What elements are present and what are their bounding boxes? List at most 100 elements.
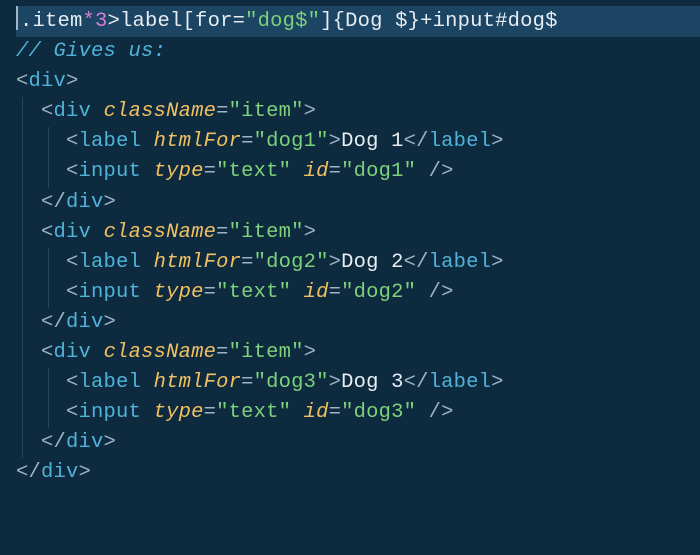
punct: = <box>241 371 254 394</box>
punct: = <box>216 100 229 123</box>
punct: </ <box>41 191 66 214</box>
punct: > <box>304 221 317 244</box>
punct: = <box>204 401 217 424</box>
punct: < <box>66 401 79 424</box>
punct: > <box>104 431 117 454</box>
indent-guide <box>22 428 23 458</box>
code-line[interactable]: <label htmlFor="dog2">Dog 2</label> <box>16 248 700 278</box>
punct: </ <box>41 431 66 454</box>
indent-guide <box>48 398 49 428</box>
punct: > <box>491 371 504 394</box>
comment: // Gives us: <box>16 40 166 63</box>
tag: label <box>429 251 492 274</box>
attr: id <box>304 281 329 304</box>
indent-guide <box>22 188 23 218</box>
string: "dog2" <box>254 251 329 274</box>
punct: < <box>41 100 54 123</box>
indent-guide <box>48 368 49 398</box>
punct: </ <box>16 461 41 484</box>
indent-guide <box>22 127 23 157</box>
indent-guide <box>22 308 23 338</box>
punct: > <box>79 461 92 484</box>
code-line[interactable]: </div> <box>16 308 700 338</box>
code-line[interactable]: .item*3>label[for="dog$"]{Dog $}+input#d… <box>16 6 700 37</box>
punct: /> <box>416 160 454 183</box>
punct: < <box>66 160 79 183</box>
attr: htmlFor <box>154 251 242 274</box>
attr: type <box>154 160 204 183</box>
punct: > <box>104 311 117 334</box>
tag: label <box>429 130 492 153</box>
indent-guide <box>48 127 49 157</box>
tag: div <box>66 431 104 454</box>
punct: > <box>329 371 342 394</box>
attr: htmlFor <box>154 130 242 153</box>
attr: className <box>104 100 217 123</box>
punct: = <box>241 130 254 153</box>
code-line[interactable]: </div> <box>16 458 700 488</box>
emmet-text: >label[for= <box>108 10 246 33</box>
indent-guide <box>22 157 23 187</box>
tag: input <box>79 160 142 183</box>
punct: > <box>329 130 342 153</box>
string: "dog3" <box>341 401 416 424</box>
code-line[interactable]: </div> <box>16 428 700 458</box>
indent-guide <box>22 97 23 127</box>
code-line[interactable]: <input type="text" id="dog2" /> <box>16 278 700 308</box>
code-line[interactable]: <input type="text" id="dog3" /> <box>16 398 700 428</box>
tag: div <box>54 341 92 364</box>
punct: > <box>329 251 342 274</box>
code-line[interactable]: <label htmlFor="dog1">Dog 1</label> <box>16 127 700 157</box>
indent-guide <box>48 157 49 187</box>
string: "item" <box>229 100 304 123</box>
tag: label <box>79 130 142 153</box>
punct: > <box>304 341 317 364</box>
attr: type <box>154 401 204 424</box>
indent-guide <box>22 368 23 398</box>
punct: </ <box>404 371 429 394</box>
code-editor[interactable]: .item*3>label[for="dog$"]{Dog $}+input#d… <box>0 0 700 495</box>
tag: div <box>41 461 79 484</box>
punct: /> <box>416 281 454 304</box>
code-line[interactable]: </div> <box>16 188 700 218</box>
string: "dog2" <box>341 281 416 304</box>
code-line[interactable]: <div className="item"> <box>16 97 700 127</box>
code-line[interactable]: // Gives us: <box>16 37 700 67</box>
punct: < <box>41 341 54 364</box>
tag: div <box>54 221 92 244</box>
string: "text" <box>216 160 291 183</box>
punct: < <box>66 251 79 274</box>
attr: className <box>104 221 217 244</box>
punct: > <box>66 70 79 93</box>
tag: input <box>79 401 142 424</box>
punct: = <box>216 341 229 364</box>
string: "item" <box>229 341 304 364</box>
code-line[interactable]: <input type="text" id="dog1" /> <box>16 157 700 187</box>
punct: = <box>329 281 342 304</box>
string: "dog1" <box>341 160 416 183</box>
text-cursor <box>16 6 18 30</box>
tag: label <box>429 371 492 394</box>
string: "dog$" <box>245 10 320 33</box>
code-line[interactable]: <div className="item"> <box>16 338 700 368</box>
punct: < <box>16 70 29 93</box>
attr: className <box>104 341 217 364</box>
tag: div <box>66 191 104 214</box>
indent-guide <box>22 248 23 278</box>
emmet-text: .item <box>20 10 83 33</box>
punct: > <box>304 100 317 123</box>
punct: > <box>104 191 117 214</box>
code-line[interactable]: <div className="item"> <box>16 218 700 248</box>
tag: input <box>79 281 142 304</box>
punct: < <box>41 221 54 244</box>
tag: div <box>29 70 67 93</box>
punct: = <box>329 160 342 183</box>
punct: = <box>204 281 217 304</box>
indent-guide <box>22 278 23 308</box>
punct: </ <box>404 251 429 274</box>
indent-guide <box>22 218 23 248</box>
code-line[interactable]: <label htmlFor="dog3">Dog 3</label> <box>16 368 700 398</box>
emmet-op: * <box>83 10 96 33</box>
code-line[interactable]: <div> <box>16 67 700 97</box>
string: "dog1" <box>254 130 329 153</box>
